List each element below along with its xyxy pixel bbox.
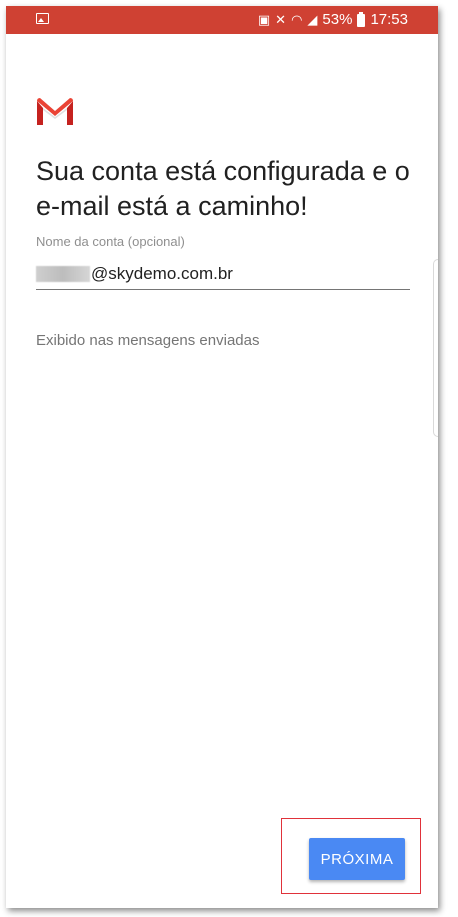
battery-icon: [357, 11, 366, 27]
battery-percent: 53%: [322, 11, 353, 28]
account-name-label: Nome da conta (opcional): [36, 234, 185, 249]
account-name-value: @skydemo.com.br: [91, 264, 233, 283]
edge-panel-handle[interactable]: [433, 259, 438, 437]
gmail-logo-icon: [37, 98, 73, 125]
phone-screen: ▣ ✕ ◠ ◢ 53% 17:53 Sua conta está configu…: [6, 6, 438, 908]
status-icons: ▣ ✕ ◠ ◢ 53% 17:53: [258, 11, 408, 29]
page-title: Sua conta está configurada e o e-mail es…: [36, 156, 410, 221]
signal-icon: ◢: [307, 12, 318, 27]
sim-alert-icon: ▣: [257, 12, 271, 27]
redacted-text: [36, 266, 90, 282]
wifi-icon: ◠: [291, 12, 303, 27]
image-notification-icon: [36, 13, 49, 24]
clock: 17:53: [370, 11, 408, 28]
account-name-field[interactable]: @skydemo.com.br: [36, 259, 410, 290]
mute-icon: ✕: [275, 12, 287, 27]
next-button[interactable]: PRÓXIMA: [309, 838, 405, 880]
status-bar: ▣ ✕ ◠ ◢ 53% 17:53: [6, 6, 438, 34]
account-name-helper: Exibido nas mensagens enviadas: [36, 332, 260, 349]
